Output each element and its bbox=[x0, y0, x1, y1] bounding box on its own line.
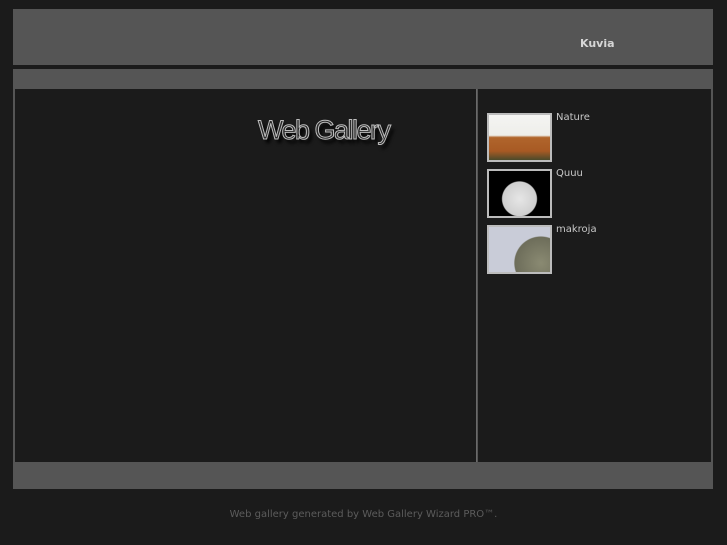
album-item-quuu[interactable]: Quuu bbox=[487, 168, 583, 218]
album-item-nature[interactable]: Nature bbox=[487, 112, 590, 162]
album-label[interactable]: makroja bbox=[556, 224, 597, 274]
header-bar: Kuvia bbox=[13, 9, 713, 65]
footer-credit: Web gallery generated by Web Gallery Wiz… bbox=[229, 509, 498, 520]
main-panel: Web Gallery bbox=[15, 89, 477, 462]
album-label[interactable]: Quuu bbox=[556, 168, 583, 218]
forest-thumbnail-icon[interactable] bbox=[487, 113, 552, 162]
album-label[interactable]: Nature bbox=[556, 112, 590, 162]
moon-thumbnail-icon[interactable] bbox=[487, 169, 552, 218]
nav-link-kuvia[interactable]: Kuvia bbox=[580, 37, 615, 50]
album-list: Nature Quuu makroja bbox=[478, 89, 711, 462]
gallery-frame: Web Gallery Nature Quuu makroja bbox=[13, 69, 713, 489]
album-item-makroja[interactable]: makroja bbox=[487, 224, 597, 274]
web-gallery-logo: Web Gallery bbox=[258, 115, 392, 146]
coin-thumbnail-icon[interactable] bbox=[487, 225, 552, 274]
